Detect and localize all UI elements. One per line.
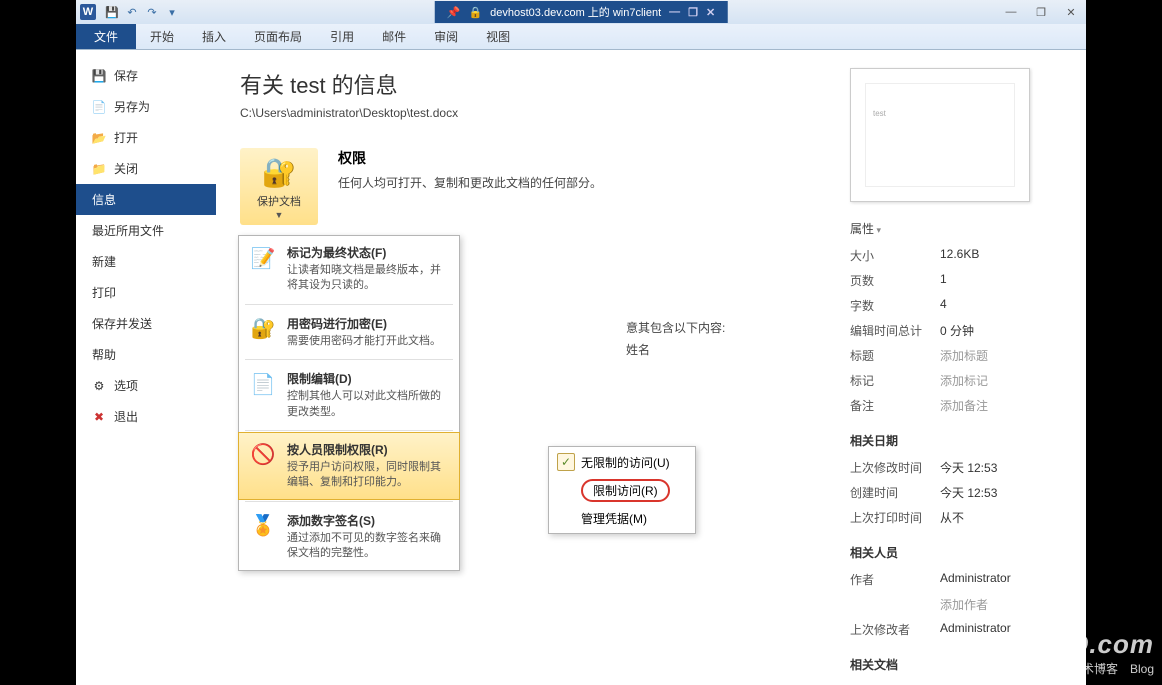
qat-dropdown-icon[interactable]: ▾ [164,4,180,20]
separator [245,304,453,305]
backstage-sidebar: 💾保存 📄另存为 📂打开 📁关闭 信息 最近所用文件 新建 打印 保存并发送 帮… [76,50,216,685]
related-dates-heading: 相关日期 [850,432,1062,449]
saveas-icon: 📄 [92,100,106,114]
title-bar: W 💾 ↶ ↷ ▾ 📌 🔒 devhost03.dev.com 上的 win7c… [76,0,1086,24]
behind-text: 意其包含以下内容: 姓名 [626,318,725,361]
prop-tags[interactable]: 标记添加标记 [850,372,1062,389]
flyout-manage-credentials[interactable]: 管理凭据(M) [551,506,693,531]
permissions-row: 🔐 保护文档 ▼ 权限 任何人均可打开、复制和更改此文档的任何部分。 [240,148,830,225]
backstage-main: 有关 test 的信息 C:\Users\administrator\Deskt… [216,50,1086,685]
encrypt-icon: 🔐 [249,315,277,343]
permissions-text: 权限 任何人均可打开、复制和更改此文档的任何部分。 [338,148,830,225]
prop-words: 字数4 [850,297,1062,314]
sidebar-item-info[interactable]: 信息 [76,184,216,215]
undo-icon[interactable]: ↶ [124,4,140,20]
prop-author: 作者Administrator [850,571,1062,588]
page-title: 有关 test 的信息 [240,68,830,100]
prop-size: 大小12.6KB [850,247,1062,264]
separator [245,501,453,502]
sidebar-item-help[interactable]: 帮助 [76,339,216,370]
sidebar-item-close[interactable]: 📁关闭 [76,153,216,184]
permissions-desc: 任何人均可打开、复制和更改此文档的任何部分。 [338,174,830,191]
tab-layout[interactable]: 页面布局 [240,24,316,49]
prop-modified: 上次修改时间今天 12:53 [850,459,1062,476]
pin-icon[interactable]: 📌 [447,6,461,19]
backstage-view: 💾保存 📄另存为 📂打开 📁关闭 信息 最近所用文件 新建 打印 保存并发送 帮… [76,50,1086,685]
dd-restrict-edit[interactable]: 📄 限制编辑(D)控制其他人可以对此文档所做的更改类型。 [239,362,459,428]
lock-icon[interactable]: 🔒 [468,6,482,19]
protect-document-label: 保护文档 [257,196,301,208]
window-minimize-icon[interactable]: — [1000,6,1022,19]
prop-title[interactable]: 标题添加标题 [850,347,1062,364]
watermark: 51CTO.com 技术博客 Blog [1001,629,1154,677]
tab-file[interactable]: 文件 [76,24,136,49]
close-icon: 📁 [92,162,106,176]
tab-references[interactable]: 引用 [316,24,368,49]
exit-icon: ✖ [92,410,106,424]
sidebar-item-new[interactable]: 新建 [76,246,216,277]
chevron-down-icon: ▼ [275,210,284,220]
dd-add-signature[interactable]: 🏅 添加数字签名(S)通过添加不可见的数字签名来确保文档的完整性。 [239,504,459,570]
permissions-heading: 权限 [338,148,830,168]
prop-printed: 上次打印时间从不 [850,509,1062,526]
window-restore-icon[interactable]: ❐ [1030,6,1052,19]
tab-insert[interactable]: 插入 [188,24,240,49]
word-app-icon: W [80,4,96,20]
dd-restrict-by-people[interactable]: 🚫 按人员限制权限(R)授予用户访问权限，同时限制其编辑、复制和打印能力。 [238,432,460,500]
redo-icon[interactable]: ↷ [144,4,160,20]
sidebar-item-savesend[interactable]: 保存并发送 [76,308,216,339]
separator [245,359,453,360]
save-icon: 💾 [92,69,106,83]
options-icon: ⚙ [92,379,106,393]
sidebar-item-open[interactable]: 📂打开 [76,122,216,153]
separator [245,430,453,431]
tab-home[interactable]: 开始 [136,24,188,49]
ribbon-tabs: 文件 开始 插入 页面布局 引用 邮件 审阅 视图 [76,24,1086,50]
sidebar-item-recent[interactable]: 最近所用文件 [76,215,216,246]
tab-mail[interactable]: 邮件 [368,24,420,49]
sidebar-item-save[interactable]: 💾保存 [76,60,216,91]
prop-created: 创建时间今天 12:53 [850,484,1062,501]
save-icon[interactable]: 💾 [104,4,120,20]
document-path: C:\Users\administrator\Desktop\test.docx [240,106,830,120]
restrict-edit-icon: 📄 [249,370,277,398]
signature-icon: 🏅 [249,512,277,540]
related-people-heading: 相关人员 [850,544,1062,561]
properties-panel: test 属性 大小12.6KB 页数1 字数4 编辑时间总计0 分钟 标题添加… [850,68,1062,667]
protect-document-button[interactable]: 🔐 保护文档 ▼ [240,148,318,225]
remote-minimize-icon[interactable]: — [669,6,680,18]
remote-connection-bar: 📌 🔒 devhost03.dev.com 上的 win7client — ❐ … [435,1,728,23]
quick-access-toolbar: 💾 ↶ ↷ ▾ [104,4,180,20]
remote-host-label: devhost03.dev.com 上的 win7client [490,4,661,20]
protect-dropdown: 📝 标记为最终状态(F)让读者知晓文档是最终版本，并将其设为只读的。 🔐 用密码… [238,235,460,571]
prop-comments[interactable]: 备注添加备注 [850,397,1062,414]
final-icon: 📝 [249,244,277,272]
flyout-restricted[interactable]: 限制访问(R) [551,475,693,506]
window-close-icon[interactable]: ✕ [1060,6,1082,19]
prop-pages: 页数1 [850,272,1062,289]
lock-key-icon: 🔐 [244,156,314,189]
sidebar-item-saveas[interactable]: 📄另存为 [76,91,216,122]
restrict-people-icon: 🚫 [249,441,277,469]
word-window: W 💾 ↶ ↷ ▾ 📌 🔒 devhost03.dev.com 上的 win7c… [76,0,1086,685]
open-icon: 📂 [92,131,106,145]
sidebar-item-exit[interactable]: ✖退出 [76,401,216,432]
prop-add-author[interactable]: 添加作者 [850,596,1062,613]
dd-encrypt[interactable]: 🔐 用密码进行加密(E)需要使用密码才能打开此文档。 [239,307,459,357]
sidebar-item-print[interactable]: 打印 [76,277,216,308]
document-thumbnail[interactable]: test [850,68,1030,202]
properties-heading[interactable]: 属性 [850,220,1062,237]
flyout-unrestricted[interactable]: ✓ 无限制的访问(U) [551,449,693,475]
remote-close-icon[interactable]: ✕ [706,6,715,19]
prop-edit-time: 编辑时间总计0 分钟 [850,322,1062,339]
tab-review[interactable]: 审阅 [420,24,472,49]
checkmark-icon: ✓ [557,453,575,471]
dd-mark-final[interactable]: 📝 标记为最终状态(F)让读者知晓文档是最终版本，并将其设为只读的。 [239,236,459,302]
window-controls: — ❐ ✕ [1000,6,1082,19]
info-section: 有关 test 的信息 C:\Users\administrator\Deskt… [240,68,830,667]
sidebar-item-options[interactable]: ⚙选项 [76,370,216,401]
restrict-access-flyout: ✓ 无限制的访问(U) 限制访问(R) 管理凭据(M) [548,446,696,534]
remote-restore-icon[interactable]: ❐ [688,6,698,19]
tab-view[interactable]: 视图 [472,24,524,49]
